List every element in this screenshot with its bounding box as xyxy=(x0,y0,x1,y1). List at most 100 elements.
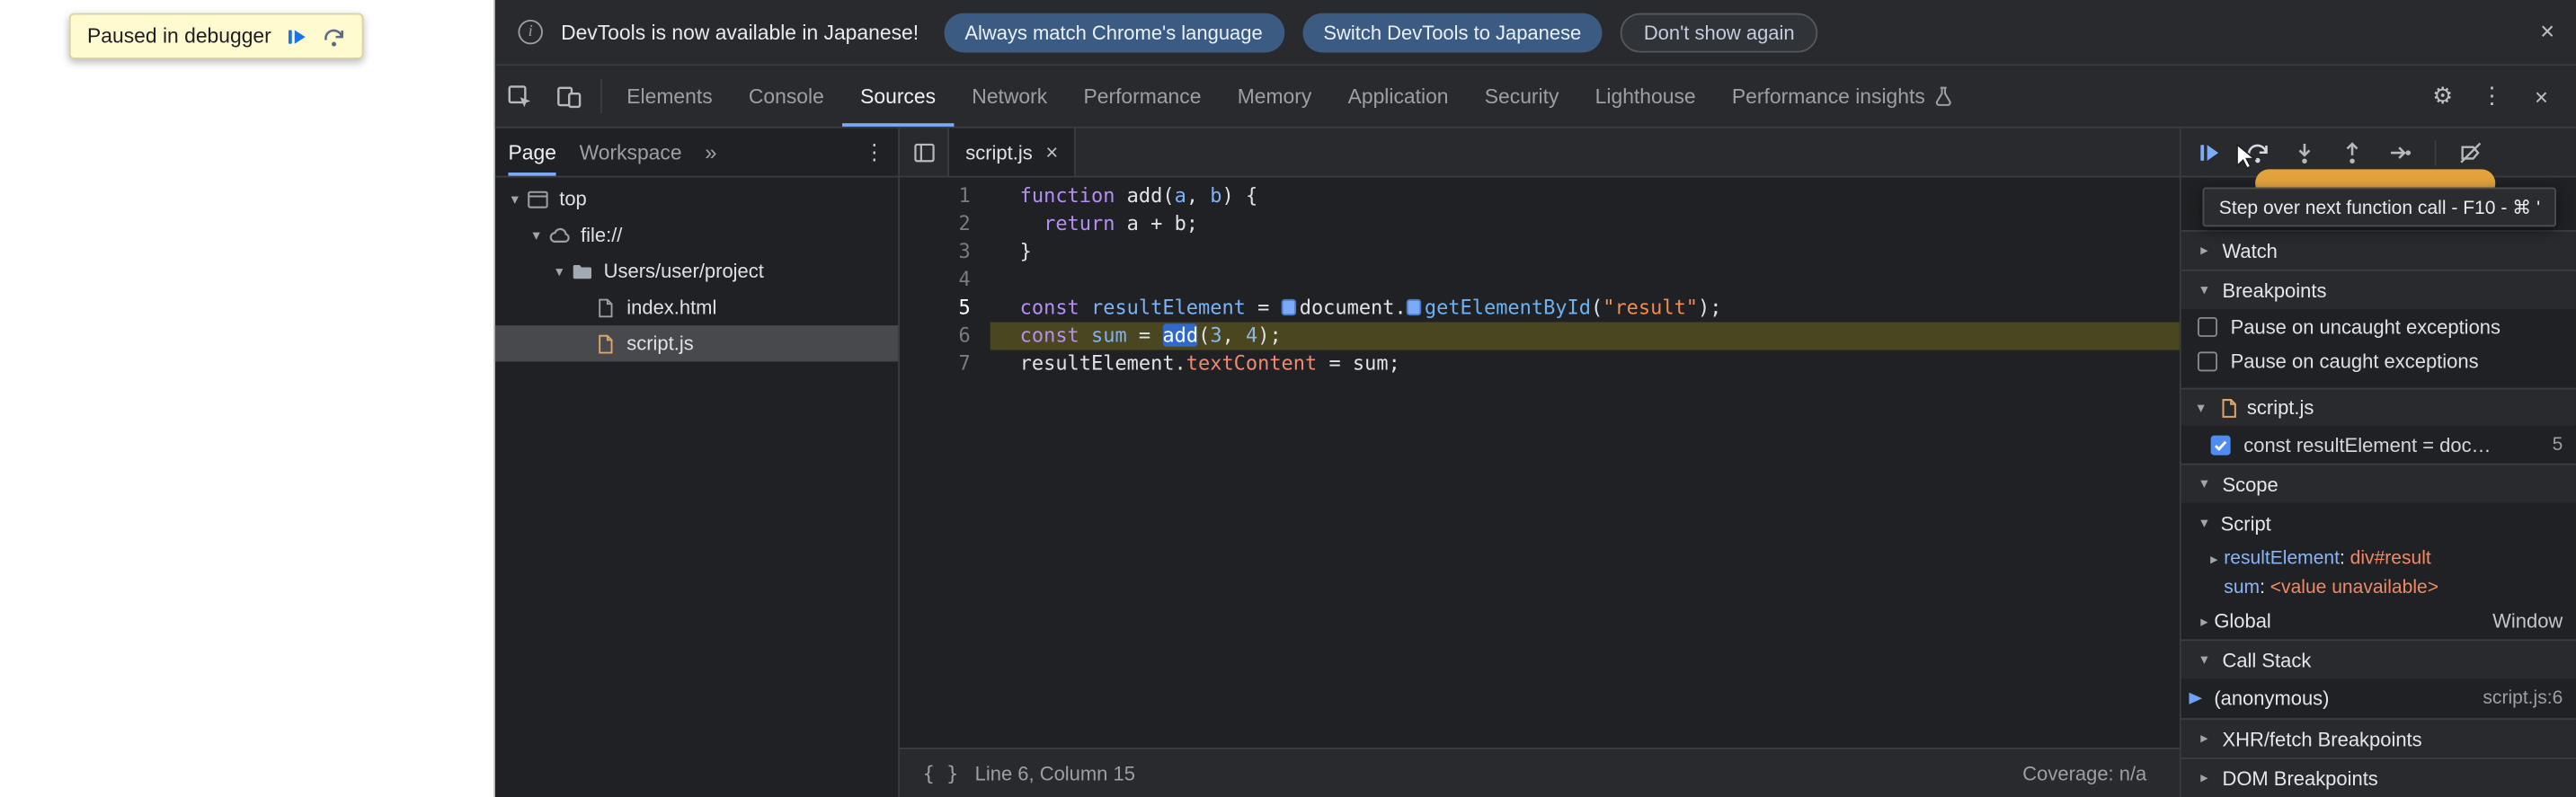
gutter-line-5-breakpoint[interactable]: 5 xyxy=(900,294,990,322)
gutter-line-4[interactable]: 4 xyxy=(900,266,990,294)
screenshot-root: Paused in debugger i DevTools is now ava… xyxy=(0,0,2576,797)
step-out-button[interactable] xyxy=(2339,139,2365,165)
beaker-icon xyxy=(1936,87,1952,107)
expander-icon: ▾ xyxy=(2197,398,2205,415)
tab-network[interactable]: Network xyxy=(954,66,1065,127)
expander-icon[interactable]: ▾ xyxy=(549,262,569,280)
expander-icon: ▸ xyxy=(2200,241,2208,259)
deactivate-breakpoints-button[interactable] xyxy=(2457,139,2483,165)
expander-icon[interactable]: ▾ xyxy=(527,226,546,244)
tree-item-file-protocol[interactable]: ▾ file:// xyxy=(495,217,898,252)
section-dom-breakpoints[interactable]: ▸ DOM Breakpoints xyxy=(2181,757,2576,797)
section-call-stack[interactable]: ▾ Call Stack xyxy=(2181,639,2576,679)
section-scope[interactable]: ▾ Scope xyxy=(2181,463,2576,503)
paused-in-debugger-banner: Paused in debugger xyxy=(68,13,364,59)
inline-breakpoint-marker[interactable] xyxy=(1281,298,1297,316)
scope-script-group[interactable]: ▾ Script xyxy=(2181,503,2576,545)
toggle-navigator-icon[interactable] xyxy=(900,128,949,176)
editor-tab-script-js[interactable]: script.js × xyxy=(948,128,1077,176)
code-line-4[interactable] xyxy=(990,266,2180,294)
gutter-line-7[interactable]: 7 xyxy=(900,350,990,378)
expander-icon: ▾ xyxy=(2200,280,2208,298)
pause-uncaught-exceptions-row[interactable]: Pause on uncaught exceptions xyxy=(2181,309,2576,343)
tab-performance-insights[interactable]: Performance insights xyxy=(1714,66,1973,127)
gutter-line-6[interactable]: 6 xyxy=(900,322,990,350)
section-xhr-breakpoints[interactable]: ▸ XHR/fetch Breakpoints xyxy=(2181,718,2576,758)
resume-button[interactable] xyxy=(2196,139,2222,165)
step-into-button[interactable] xyxy=(2291,139,2317,165)
expander-icon: ▾ xyxy=(2200,651,2208,668)
tree-item-project-folder[interactable]: ▾ Users/user/project xyxy=(495,253,898,289)
section-breakpoints[interactable]: ▾ Breakpoints xyxy=(2181,269,2576,309)
coverage-status: Coverage: n/a xyxy=(2022,761,2147,785)
editor-statusbar: { } Line 6, Column 15 Coverage: n/a xyxy=(900,748,2180,797)
expander-icon: ▾ xyxy=(2200,474,2208,491)
pause-uncaught-checkbox[interactable] xyxy=(2198,316,2217,337)
tree-item-script-js[interactable]: script.js xyxy=(494,325,899,362)
tab-application[interactable]: Application xyxy=(1329,66,1466,127)
tab-lighthouse[interactable]: Lighthouse xyxy=(1577,66,1714,127)
tree-item-top[interactable]: ▾ top xyxy=(495,181,898,217)
expander-icon: ▸ xyxy=(2210,549,2218,567)
code-line-7[interactable]: resultElement.textContent = sum; xyxy=(990,350,2180,378)
dont-show-again-button[interactable]: Don't show again xyxy=(1621,12,1818,52)
navigator-tab-page[interactable]: Page xyxy=(508,128,556,176)
inline-breakpoint-marker[interactable] xyxy=(1406,298,1422,316)
tab-elements[interactable]: Elements xyxy=(608,66,731,127)
code-line-1[interactable]: function add(a, b) { xyxy=(990,182,2180,210)
pause-caught-exceptions-row[interactable]: Pause on caught exceptions xyxy=(2181,343,2576,377)
breakpoint-checkbox[interactable] xyxy=(2210,434,2231,455)
scope-variable-resultElement[interactable]: ▸ resultElement: div#result xyxy=(2181,544,2576,573)
current-frame-arrow-icon xyxy=(2189,692,2203,704)
step-button[interactable] xyxy=(2386,139,2412,165)
always-match-language-button[interactable]: Always match Chrome's language xyxy=(943,12,1284,52)
global-value: Window xyxy=(2492,609,2563,633)
gutter-line-2[interactable]: 2 xyxy=(900,210,990,238)
frame-location: script.js:6 xyxy=(2483,688,2563,709)
tab-console[interactable]: Console xyxy=(731,66,842,127)
scope-global-group[interactable]: ▸ Global Window xyxy=(2181,603,2576,639)
code-line-6-execution-line[interactable]: const sum = add(3, 4); xyxy=(990,322,2180,350)
overlay-resume-button[interactable] xyxy=(286,25,307,47)
js-file-icon xyxy=(592,331,618,357)
gutter-line-3[interactable]: 3 xyxy=(900,238,990,266)
scope-variable-sum[interactable]: sum: <value unavailable> xyxy=(2181,573,2576,603)
device-toolbar-button[interactable] xyxy=(545,66,594,127)
switch-to-japanese-button[interactable]: Switch DevTools to Japanese xyxy=(1301,12,1603,52)
close-devtools-icon[interactable]: × xyxy=(2520,83,2563,109)
section-watch[interactable]: ▸ Watch xyxy=(2181,230,2576,270)
tree-item-index-html[interactable]: index.html xyxy=(495,289,898,325)
tab-memory[interactable]: Memory xyxy=(1220,66,1330,127)
expander-icon: ▸ xyxy=(2200,768,2208,786)
code-line-5[interactable]: const resultElement = document. getElemen… xyxy=(990,294,2180,322)
code-line-3[interactable]: } xyxy=(990,238,2180,266)
pause-caught-checkbox[interactable] xyxy=(2198,350,2217,371)
code-line-2[interactable]: return a + b; xyxy=(990,210,2180,238)
close-tab-icon[interactable]: × xyxy=(1045,141,1058,163)
tab-sources[interactable]: Sources xyxy=(841,66,955,127)
more-options-kebab-icon[interactable]: ⋮ xyxy=(2471,82,2514,110)
breakpoint-file-group[interactable]: ▾ script.js xyxy=(2181,387,2576,426)
file-tree: ▾ top ▾ file:// ▾ Users/user/project ind… xyxy=(494,178,899,362)
call-stack-frame[interactable]: (anonymous) script.js:6 xyxy=(2181,678,2576,718)
navigator-tab-workspace[interactable]: Workspace xyxy=(580,128,682,176)
file-navigator-pane: Page Workspace » ⋮ ▾ top ▾ file:// ▾ Use… xyxy=(494,128,901,797)
tab-security[interactable]: Security xyxy=(1467,66,1577,127)
infobar-close-icon[interactable]: × xyxy=(2540,20,2554,44)
code-editor[interactable]: 1 2 3 4 5 6 7 function add(a, b) { retur… xyxy=(900,178,2180,748)
settings-gear-icon[interactable]: ⚙ xyxy=(2421,82,2465,110)
tab-performance[interactable]: Performance xyxy=(1065,66,1219,127)
expander-icon: ▸ xyxy=(2200,612,2208,629)
cursor-position-status: Line 6, Column 15 xyxy=(974,761,1135,785)
infobar-message: DevTools is now available in Japanese! xyxy=(561,20,919,44)
expander-icon: ▾ xyxy=(2200,514,2208,531)
overlay-step-over-button[interactable] xyxy=(323,25,346,47)
gutter-line-1[interactable]: 1 xyxy=(900,182,990,210)
breakpoint-entry[interactable]: const resultElement = doc… 5 xyxy=(2181,426,2576,464)
navigator-menu-kebab-icon[interactable]: ⋮ xyxy=(864,139,885,165)
navigator-header: Page Workspace » ⋮ xyxy=(494,128,899,178)
pretty-print-icon[interactable]: { } xyxy=(923,762,959,785)
inspect-element-button[interactable] xyxy=(495,66,545,127)
more-tabs-chevron[interactable]: » xyxy=(705,139,716,164)
expander-icon[interactable]: ▾ xyxy=(505,190,525,208)
